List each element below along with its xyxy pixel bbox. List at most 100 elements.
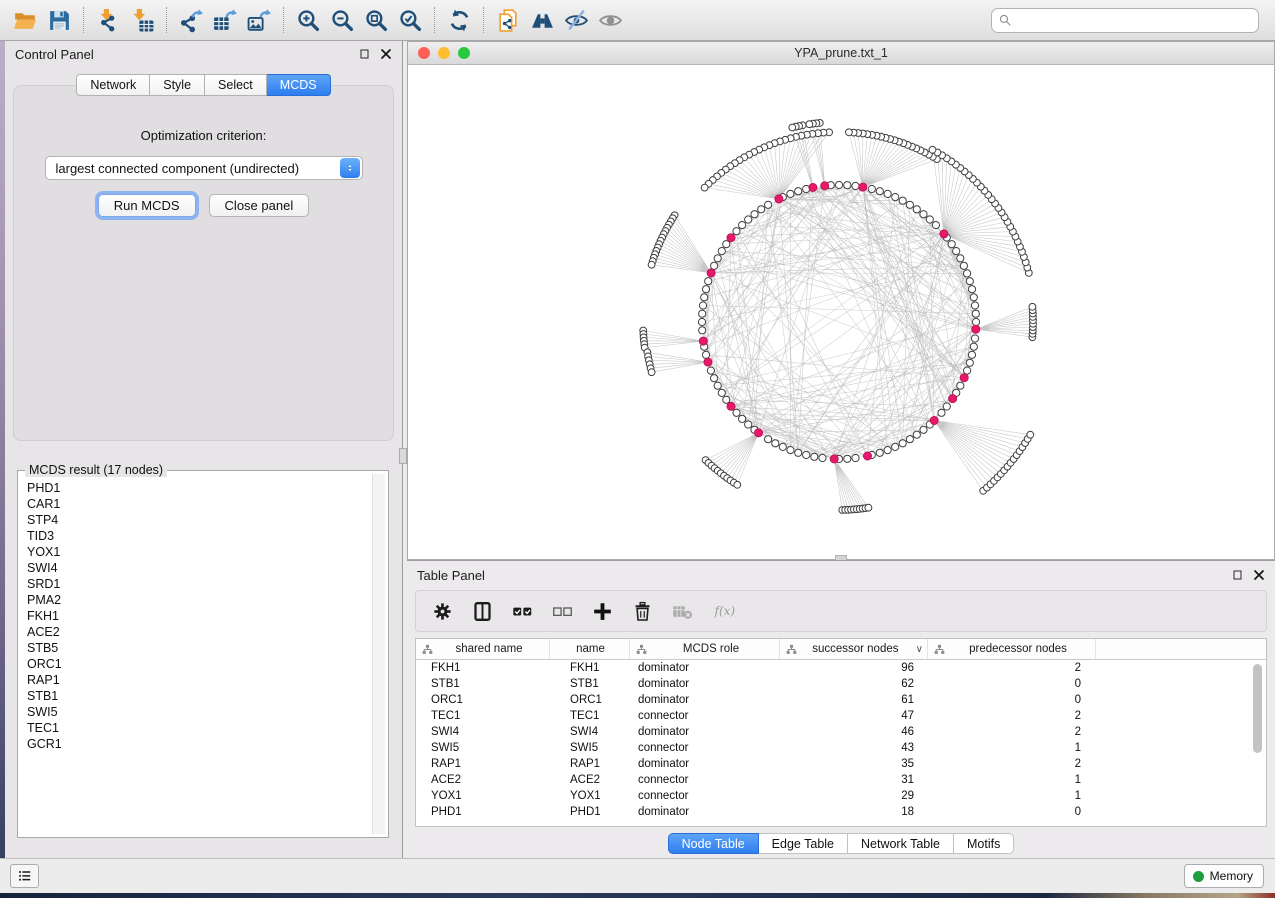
float-panel-icon[interactable] <box>359 48 371 60</box>
search-box[interactable] <box>991 8 1259 33</box>
mcds-result-list[interactable]: PHD1CAR1STP4TID3YOX1SWI4SRD1PMA2FKH1ACE2… <box>21 474 372 834</box>
tab-network[interactable]: Network <box>76 74 150 96</box>
network-window-titlebar[interactable]: YPA_prune.txt_1 <box>407 41 1275 65</box>
table-settings-button[interactable] <box>432 601 453 622</box>
table-row[interactable]: ORC1ORC1dominator610 <box>416 692 1266 708</box>
table-row[interactable]: ACE2ACE2connector311 <box>416 772 1266 788</box>
criterion-dropdown[interactable]: largest connected component (undirected) <box>45 156 363 180</box>
mcds-result-item[interactable]: ORC1 <box>27 656 372 672</box>
table-row[interactable]: FKH1FKH1dominator962 <box>416 660 1266 676</box>
mcds-result-item[interactable]: GCR1 <box>27 736 372 752</box>
criterion-value: largest connected component (undirected) <box>56 161 300 176</box>
network-window-title: YPA_prune.txt_1 <box>408 46 1274 60</box>
status-bar: Memory <box>0 858 1275 893</box>
svg-text:f(x): f(x) <box>714 604 736 618</box>
mcds-result-item[interactable]: TEC1 <box>27 720 372 736</box>
column-header-name[interactable]: name <box>550 639 630 659</box>
table-scrollbar-thumb[interactable] <box>1253 664 1262 753</box>
vertical-splitter-handle[interactable] <box>399 448 407 464</box>
float-table-panel-icon[interactable] <box>1232 569 1244 581</box>
tab-mcds[interactable]: MCDS <box>267 74 331 96</box>
add-row-button[interactable] <box>592 601 613 622</box>
mcds-result-item[interactable]: STP4 <box>27 512 372 528</box>
column-header-predecessor-nodes[interactable]: predecessor nodes <box>928 639 1096 659</box>
memory-button[interactable]: Memory <box>1184 864 1264 888</box>
save-session-button[interactable] <box>42 5 76 35</box>
table-panel-title: Table Panel <box>417 568 485 583</box>
mcds-result-item[interactable]: STB5 <box>27 640 372 656</box>
tab-motifs[interactable]: Motifs <box>954 833 1014 854</box>
toolbar-separator <box>434 7 435 33</box>
table-toolbar: f(x) <box>415 590 1267 632</box>
hide-graphics-details-button[interactable] <box>559 5 593 35</box>
unselect-all-button[interactable] <box>552 601 573 622</box>
tab-select[interactable]: Select <box>205 74 267 96</box>
table-row[interactable]: YOX1YOX1connector291 <box>416 788 1266 804</box>
mcds-tab-content: Optimization criterion: largest connecte… <box>13 85 394 441</box>
mcds-result-item[interactable]: TID3 <box>27 528 372 544</box>
table-header-row: shared namenameMCDS rolesuccessor nodes∨… <box>416 639 1266 660</box>
close-table-panel-icon[interactable] <box>1253 569 1265 581</box>
desktop-wallpaper-bottom <box>0 893 1275 898</box>
zoom-selected-button[interactable] <box>393 5 427 35</box>
tab-style[interactable]: Style <box>150 74 205 96</box>
show-graphics-details-button[interactable] <box>593 5 627 35</box>
mcds-result-item[interactable]: PMA2 <box>27 592 372 608</box>
table-row[interactable]: RAP1RAP1dominator352 <box>416 756 1266 772</box>
share-document-button[interactable] <box>491 5 525 35</box>
delete-row-button[interactable] <box>632 601 653 622</box>
run-mcds-button[interactable]: Run MCDS <box>98 194 196 217</box>
export-network-button[interactable] <box>174 5 208 35</box>
select-all-button[interactable] <box>512 601 533 622</box>
export-table-button[interactable] <box>208 5 242 35</box>
mcds-result-item[interactable]: SWI4 <box>27 560 372 576</box>
dropdown-stepper-icon <box>340 158 360 178</box>
column-header-shared-name[interactable]: shared name <box>416 639 550 659</box>
network-canvas[interactable] <box>407 65 1275 560</box>
toolbar-separator <box>283 7 284 33</box>
network-overview-button[interactable] <box>525 5 559 35</box>
panel-menu-button[interactable] <box>10 864 39 888</box>
tab-edge-table[interactable]: Edge Table <box>759 833 848 854</box>
search-input[interactable] <box>1013 10 1258 30</box>
mcds-result-item[interactable]: FKH1 <box>27 608 372 624</box>
column-header-MCDS-role[interactable]: MCDS role <box>630 639 780 659</box>
tab-node-table[interactable]: Node Table <box>668 833 759 854</box>
import-network-button[interactable] <box>91 5 125 35</box>
memory-status-dot <box>1193 871 1204 882</box>
close-panel-button[interactable]: Close panel <box>209 194 310 217</box>
import-table-button[interactable] <box>125 5 159 35</box>
hierarchy-icon <box>422 644 433 655</box>
table-row[interactable]: PHD1PHD1dominator180 <box>416 804 1266 820</box>
network-graph[interactable] <box>408 65 1274 559</box>
open-file-button[interactable] <box>8 5 42 35</box>
mcds-result-item[interactable]: PHD1 <box>27 480 372 496</box>
close-panel-icon[interactable] <box>380 48 392 60</box>
table-row[interactable]: SWI5SWI5connector431 <box>416 740 1266 756</box>
mcds-result-item[interactable]: SRD1 <box>27 576 372 592</box>
column-header-successor-nodes[interactable]: successor nodes∨ <box>780 639 928 659</box>
zoom-out-button[interactable] <box>325 5 359 35</box>
table-row[interactable]: TEC1TEC1connector472 <box>416 708 1266 724</box>
column-header-filler <box>1096 639 1266 659</box>
mcds-result-item[interactable]: SWI5 <box>27 704 372 720</box>
table-row[interactable]: SWI4SWI4dominator462 <box>416 724 1266 740</box>
table-scrollbar[interactable] <box>1252 662 1264 824</box>
split-view-button[interactable] <box>472 601 493 622</box>
export-image-button[interactable] <box>242 5 276 35</box>
optimization-criterion-label: Optimization criterion: <box>14 128 393 143</box>
result-list-scrollbar[interactable] <box>372 474 385 834</box>
zoom-fit-button[interactable] <box>359 5 393 35</box>
toolbar-separator <box>166 7 167 33</box>
table-row[interactable]: STB1STB1dominator620 <box>416 676 1266 692</box>
tab-network-table[interactable]: Network Table <box>848 833 954 854</box>
list-menu-icon <box>17 869 33 883</box>
mcds-result-item[interactable]: ACE2 <box>27 624 372 640</box>
toolbar-icon-groups <box>8 5 627 35</box>
refresh-layout-button[interactable] <box>442 5 476 35</box>
mcds-result-item[interactable]: STB1 <box>27 688 372 704</box>
zoom-in-button[interactable] <box>291 5 325 35</box>
mcds-result-item[interactable]: CAR1 <box>27 496 372 512</box>
mcds-result-item[interactable]: RAP1 <box>27 672 372 688</box>
mcds-result-item[interactable]: YOX1 <box>27 544 372 560</box>
